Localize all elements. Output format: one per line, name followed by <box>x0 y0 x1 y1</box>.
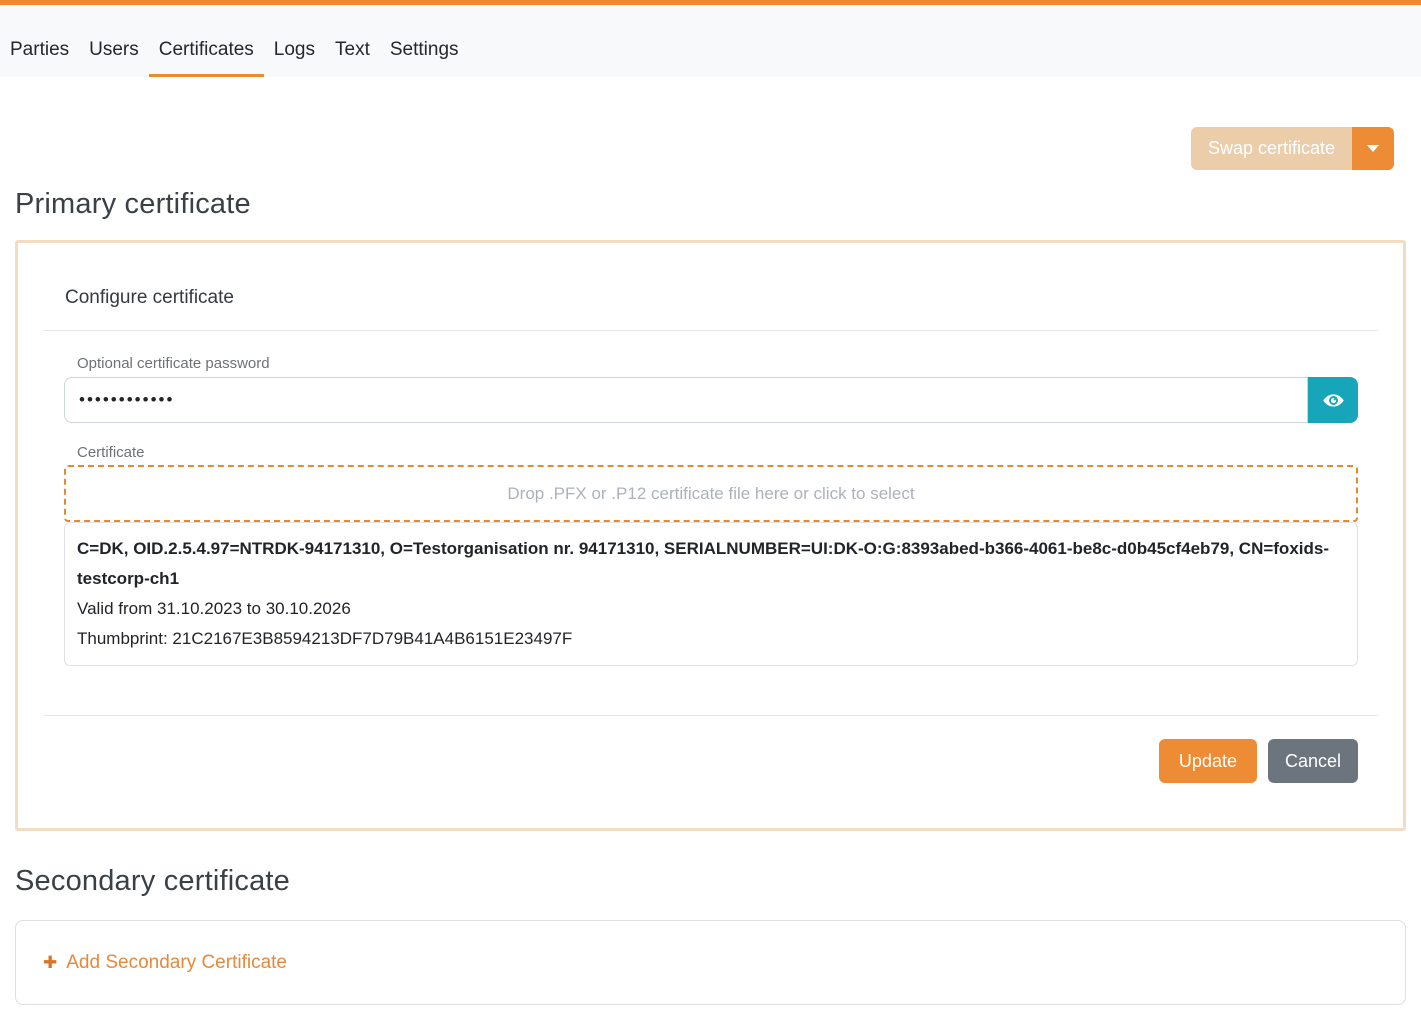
chevron-down-icon <box>1367 145 1379 152</box>
toggle-password-visibility-button[interactable] <box>1308 377 1358 423</box>
tab-certificates[interactable]: Certificates <box>149 39 264 77</box>
content-area: Swap certificate Primary certificate Con… <box>0 127 1421 1005</box>
certificate-label: Certificate <box>77 444 1358 461</box>
eye-icon <box>1322 389 1345 412</box>
tab-logs[interactable]: Logs <box>264 39 325 77</box>
certificate-form: Optional certificate password <box>44 355 1378 666</box>
divider-bottom <box>44 715 1378 716</box>
certificate-dropzone[interactable]: Drop .PFX or .P12 certificate file here … <box>64 465 1358 522</box>
cancel-button[interactable]: Cancel <box>1268 739 1358 783</box>
password-label: Optional certificate password <box>77 355 1358 372</box>
tab-settings[interactable]: Settings <box>380 39 469 77</box>
swap-certificate-dropdown-toggle[interactable] <box>1352 127 1394 170</box>
certificate-thumbprint: Thumbprint: 21C2167E3B8594213DF7D79B41A4… <box>77 624 1345 654</box>
dropzone-text: Drop .PFX or .P12 certificate file here … <box>507 484 914 504</box>
password-input-group <box>64 377 1358 423</box>
certificate-subject: C=DK, OID.2.5.4.97=NTRDK-94171310, O=Tes… <box>77 534 1345 594</box>
certificate-actions-row: Swap certificate <box>15 127 1394 170</box>
update-button[interactable]: Update <box>1159 739 1257 783</box>
tab-parties[interactable]: Parties <box>0 39 79 77</box>
plus-icon: ✚ <box>43 953 57 973</box>
main-nav: Parties Users Certificates Logs Text Set… <box>0 5 1421 77</box>
certificate-password-input[interactable] <box>64 377 1308 423</box>
tab-users[interactable]: Users <box>79 39 149 77</box>
page: Parties Users Certificates Logs Text Set… <box>0 0 1421 1016</box>
certificate-info-box: C=DK, OID.2.5.4.97=NTRDK-94171310, O=Tes… <box>64 522 1358 666</box>
configure-certificate-heading: Configure certificate <box>65 287 1378 309</box>
certificate-validity: Valid from 31.10.2023 to 30.10.2026 <box>77 594 1345 624</box>
primary-certificate-title: Primary certificate <box>15 188 1406 221</box>
form-buttons-row: Update Cancel <box>44 739 1358 783</box>
primary-certificate-panel: Configure certificate Optional certifica… <box>15 240 1406 831</box>
secondary-certificate-panel: ✚ Add Secondary Certificate <box>15 920 1406 1005</box>
add-secondary-certificate-link[interactable]: ✚ Add Secondary Certificate <box>43 952 287 974</box>
divider-top <box>44 330 1378 331</box>
add-secondary-certificate-label: Add Secondary Certificate <box>66 952 287 974</box>
swap-certificate-button[interactable]: Swap certificate <box>1191 127 1352 170</box>
tab-text[interactable]: Text <box>325 39 380 77</box>
secondary-certificate-title: Secondary certificate <box>15 865 1406 898</box>
primary-certificate-panel-body: Configure certificate Optional certifica… <box>18 243 1403 828</box>
